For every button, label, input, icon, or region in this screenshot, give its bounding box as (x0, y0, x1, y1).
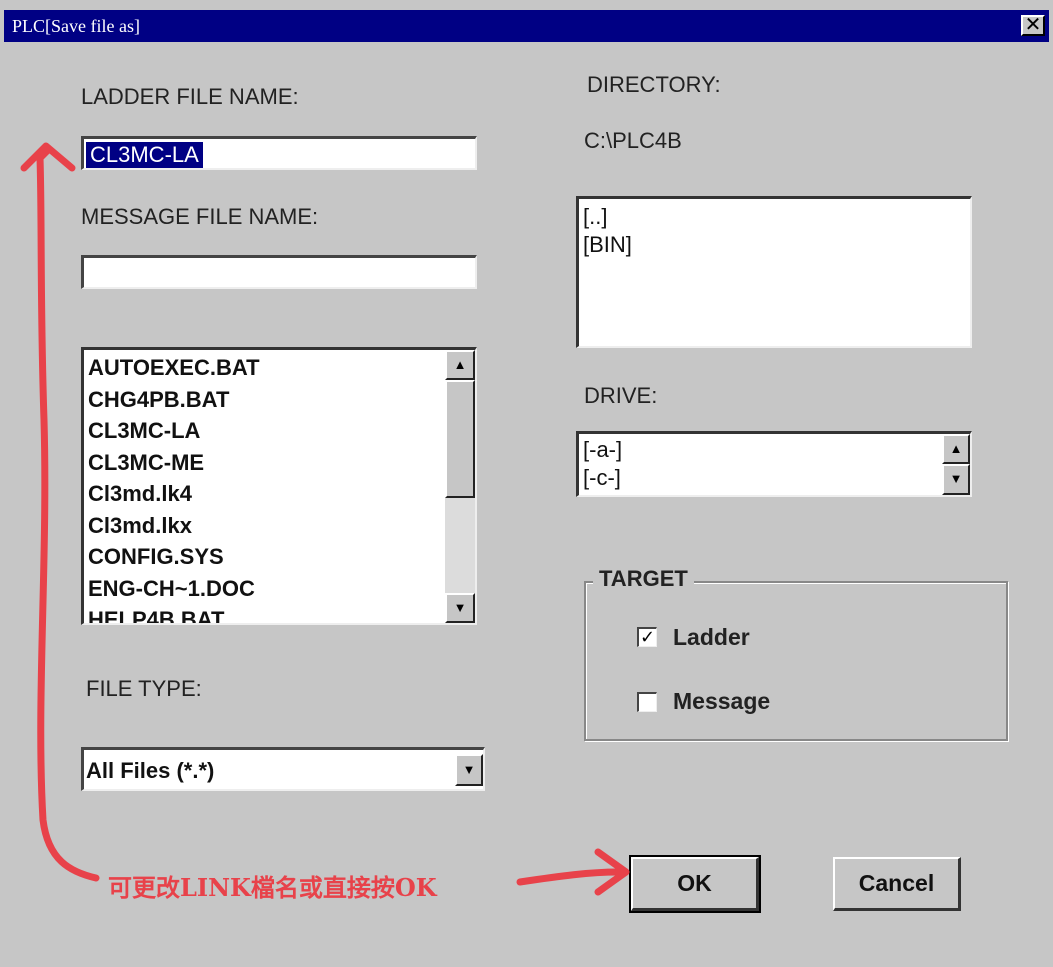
annotation-arrow-up (36, 146, 100, 882)
annotation-text: 可更改LINK檔名或直接按OK (108, 873, 437, 902)
save-file-dialog: PLC[Save file as] ✕ LADDER FILE NAME: CL… (0, 0, 1053, 967)
annotation-arrow-right (516, 868, 622, 886)
annotation-arrows (20, 142, 630, 896)
annotation-arrowhead-up (20, 142, 76, 172)
